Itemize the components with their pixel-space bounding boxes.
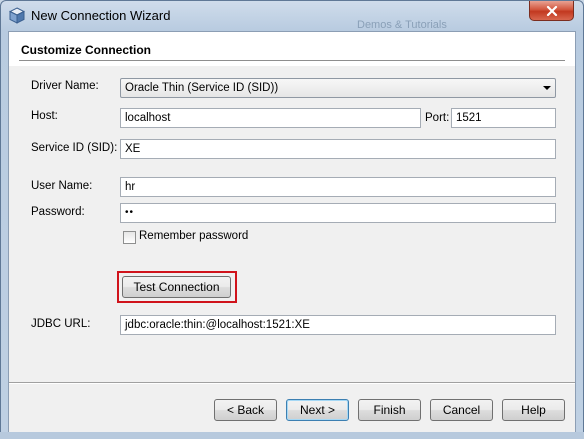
user-name-label: User Name:	[31, 180, 93, 192]
window-bottom-edge	[0, 432, 584, 439]
close-icon	[546, 5, 557, 16]
header-divider	[19, 60, 565, 61]
netbeans-cube-icon	[8, 7, 26, 24]
dialog-client-area: Customize Connection Driver Name: Oracle…	[8, 31, 576, 433]
jdbc-url-input[interactable]: jdbc:oracle:thin:@localhost:1521:XE	[120, 315, 556, 335]
host-input[interactable]: localhost	[120, 108, 421, 128]
driver-name-value: Oracle Thin (Service ID (SID))	[125, 82, 279, 94]
host-label: Host:	[31, 110, 58, 122]
background-window-text: Demos & Tutorials	[357, 19, 447, 31]
cancel-button[interactable]: Cancel	[430, 399, 493, 421]
port-input[interactable]: 1521	[451, 108, 556, 128]
wizard-header: Customize Connection	[9, 32, 575, 66]
dialog-window: New Connection Wizard Demos & Tutorials …	[0, 0, 584, 439]
close-button[interactable]	[529, 1, 574, 21]
back-button[interactable]: < Back	[214, 399, 277, 421]
remember-password-checkbox[interactable]	[123, 231, 136, 244]
service-id-input[interactable]: XE	[120, 139, 556, 159]
driver-name-select[interactable]: Oracle Thin (Service ID (SID))	[120, 78, 556, 98]
driver-name-label: Driver Name:	[31, 80, 99, 92]
jdbc-url-label: JDBC URL:	[31, 318, 91, 330]
window-title: New Connection Wizard	[31, 8, 171, 23]
user-name-input[interactable]: hr	[120, 177, 556, 197]
password-input[interactable]: ••	[120, 203, 556, 223]
title-bar[interactable]: New Connection Wizard Demos & Tutorials	[1, 1, 583, 31]
remember-password-label[interactable]: Remember password	[139, 230, 248, 242]
finish-button[interactable]: Finish	[358, 399, 421, 421]
test-connection-button[interactable]: Test Connection	[122, 276, 231, 298]
content-panel: Driver Name: Oracle Thin (Service ID (SI…	[9, 66, 575, 382]
footer-divider-highlight	[9, 383, 575, 384]
next-button[interactable]: Next >	[286, 399, 349, 421]
section-title: Customize Connection	[21, 43, 152, 57]
port-label: Port:	[425, 112, 450, 124]
help-button[interactable]: Help	[502, 399, 565, 421]
password-label: Password:	[31, 206, 85, 218]
chevron-down-icon	[543, 86, 551, 90]
service-id-label: Service ID (SID):	[31, 142, 118, 154]
